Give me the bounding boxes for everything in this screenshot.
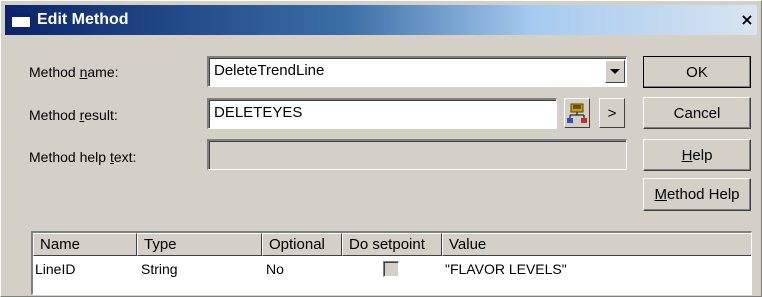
parameter-table[interactable]: Name Type Optional Do setpoint Value Lin… [31,231,752,295]
method-result-label: Method result: [29,107,118,123]
column-header-optional[interactable]: Optional [262,233,342,256]
cancel-button[interactable]: Cancel [643,97,751,129]
method-name-combo[interactable]: DeleteTrendLine [207,56,627,87]
method-help-button[interactable]: Method Help [643,178,751,211]
help-button[interactable]: Help [643,139,751,171]
do-setpoint-checkbox[interactable] [383,261,399,277]
tag-browser-button[interactable] [564,98,590,128]
cell-value: "FLAVOR LEVELS" [445,261,567,277]
title-bar[interactable]: Edit Method [5,5,757,35]
method-help-input [207,139,627,170]
method-help-label: Method help text: [29,149,137,165]
window-icon [11,13,31,28]
method-name-label: Method name: [29,64,119,80]
column-header-value[interactable]: Value [442,233,751,256]
window-title: Edit Method [37,11,129,28]
cell-optional: No [266,261,284,277]
chevron-down-icon[interactable] [605,60,625,83]
ok-button[interactable]: OK [643,56,751,88]
method-result-value: DELETEYES [214,104,303,121]
cell-type: String [141,261,178,277]
cell-name: LineID [35,261,76,277]
method-result-input[interactable]: DELETEYES [207,98,557,129]
table-header: Name Type Optional Do setpoint Value [33,233,751,256]
column-header-do-setpoint[interactable]: Do setpoint [342,233,442,256]
method-name-value: DeleteTrendLine [214,62,325,79]
column-header-name[interactable]: Name [33,233,137,256]
column-header-type[interactable]: Type [137,233,262,256]
edit-method-dialog: Edit Method × Method name: DeleteTrendLi… [0,0,762,297]
insert-arrow-button[interactable]: > [599,98,625,128]
close-icon[interactable]: × [737,11,757,31]
tag-browser-icon [567,103,587,123]
